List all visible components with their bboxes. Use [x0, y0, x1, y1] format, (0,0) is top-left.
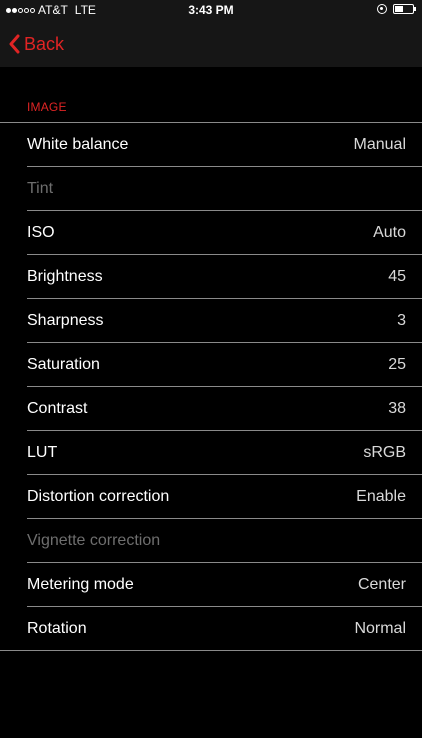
settings-row[interactable]: White balance Manual	[0, 123, 422, 167]
settings-row[interactable]: Contrast 38	[0, 387, 422, 431]
settings-list: White balance Manual Tint ISO Auto Brightness…	[0, 122, 422, 651]
setting-label: Vignette correction	[27, 532, 161, 549]
setting-label: ISO	[27, 224, 55, 241]
settings-row[interactable]: Metering mode Center	[0, 563, 422, 607]
settings-row: Vignette correction	[0, 519, 422, 563]
setting-label: Saturation	[27, 356, 100, 373]
back-label: Back	[24, 34, 65, 54]
setting-value: Center	[357, 576, 406, 593]
setting-label: White balance	[27, 136, 129, 153]
setting-value: Normal	[354, 620, 406, 637]
setting-value: 45	[388, 268, 406, 285]
setting-label: Rotation	[27, 620, 87, 637]
status-bar: AT&T LTE 3:43 PM	[0, 0, 422, 20]
settings-row: Tint	[0, 167, 422, 211]
setting-label: Sharpness	[27, 312, 104, 329]
setting-value: Manual	[353, 136, 406, 153]
settings-row[interactable]: Distortion correction Enable	[0, 475, 422, 519]
section-header: IMAGE	[27, 100, 67, 114]
navigation-bar: AT&T LTE 3:43 PM Back	[0, 0, 422, 67]
setting-label: LUT	[27, 444, 58, 461]
setting-label: Distortion correction	[27, 488, 170, 505]
chevron-left-icon	[9, 34, 20, 54]
setting-value: 38	[388, 400, 406, 417]
setting-value: 25	[388, 356, 406, 373]
settings-row[interactable]: Brightness 45	[0, 255, 422, 299]
battery-icon	[393, 4, 416, 14]
setting-value: Auto	[373, 224, 406, 241]
setting-label: Contrast	[27, 400, 88, 417]
setting-label: Brightness	[27, 268, 103, 285]
setting-value: Enable	[356, 488, 406, 505]
settings-row[interactable]: Saturation 25	[0, 343, 422, 387]
settings-row[interactable]: Sharpness 3	[0, 299, 422, 343]
back-button[interactable]: Back	[8, 33, 64, 55]
settings-row[interactable]: LUT sRGB	[0, 431, 422, 475]
setting-label: Metering mode	[27, 576, 134, 593]
settings-row[interactable]: ISO Auto	[0, 211, 422, 255]
status-time: 3:43 PM	[188, 3, 234, 17]
status-right	[377, 4, 416, 14]
setting-label: Tint	[27, 180, 54, 197]
setting-value: sRGB	[363, 444, 406, 461]
setting-value: 3	[397, 312, 406, 329]
orientation-lock-icon	[377, 4, 387, 14]
settings-row[interactable]: Rotation Normal	[0, 607, 422, 651]
